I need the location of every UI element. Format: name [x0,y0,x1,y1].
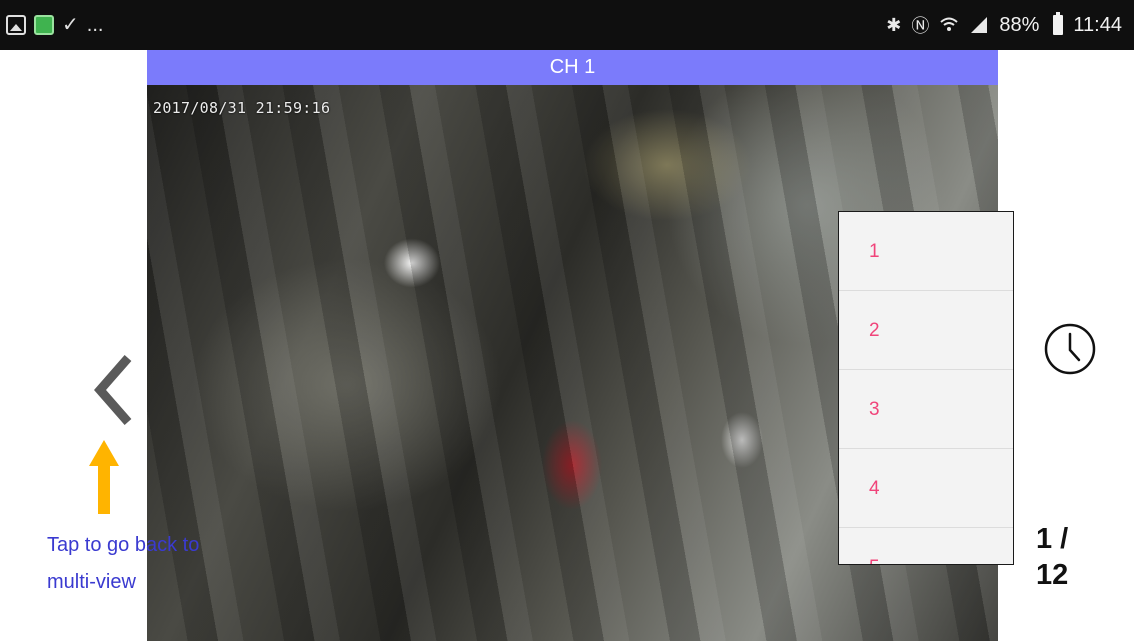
hint-text-line2: multi-view [47,571,136,593]
channel-title-bar: CH 1 [147,50,998,85]
channel-option[interactable]: 3 [839,370,1013,449]
channel-option[interactable]: 2 [839,291,1013,370]
hint-text: Tap to go back to multi-view [47,527,267,601]
wifi-icon [940,17,959,31]
channel-option[interactable]: 1 [839,212,1013,291]
page-counter: 1 / 12 [1036,521,1106,593]
green-app-icon [34,15,54,35]
channel-option[interactable]: 5 [839,528,1013,564]
page-total: 12 [1036,559,1069,591]
gallery-icon [6,15,26,35]
status-bar: ✓ ... ✱ Ⓝ 88% 11:44 [0,0,1134,50]
nfc-icon: Ⓝ [911,16,930,36]
battery-percentage: 88% [999,13,1040,36]
channel-dropdown-list[interactable]: 1 2 3 4 5 [838,211,1014,565]
page-current: 1 / [1036,523,1069,555]
notification-icons: ✓ ... [6,10,103,40]
battery-icon [1053,12,1064,35]
clock-icon[interactable] [1043,322,1097,376]
back-chevron-icon[interactable] [92,352,138,428]
clock-time: 11:44 [1073,13,1122,36]
hint-up-arrow-icon [89,440,119,514]
signal-icon [971,17,988,33]
bluetooth-icon: ✱ [886,14,902,35]
hint-text-line1: Tap to go back to [47,534,200,556]
more-notifications-indicator: ... [86,13,104,36]
system-indicators: ✱ Ⓝ 88% 11:44 [886,8,1122,42]
channel-option[interactable]: 4 [839,449,1013,528]
check-icon: ✓ [62,14,79,36]
video-timestamp: 2017/08/31 21:59:16 [153,99,331,117]
